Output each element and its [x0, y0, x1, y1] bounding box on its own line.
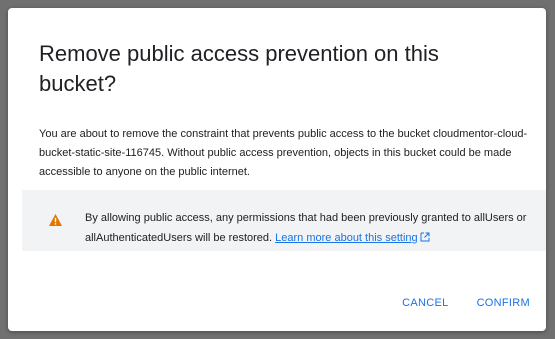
screen-backdrop: Remove public access prevention on this …	[0, 0, 555, 339]
learn-more-link[interactable]: Learn more about this setting	[275, 232, 430, 244]
open-in-new-icon	[420, 232, 430, 242]
warning-text: By allowing public access, any permissio…	[85, 208, 540, 248]
confirm-dialog: Remove public access prevention on this …	[8, 8, 546, 331]
dialog-actions: CANCEL CONFIRM	[402, 297, 530, 309]
warning-icon	[49, 214, 62, 226]
learn-more-label: Learn more about this setting	[275, 232, 418, 244]
dialog-title: Remove public access prevention on this …	[39, 41, 439, 96]
warning-box: By allowing public access, any permissio…	[22, 190, 546, 251]
dialog-body: You are about to remove the constraint t…	[39, 128, 528, 178]
cancel-button[interactable]: CANCEL	[402, 297, 448, 309]
confirm-button[interactable]: CONFIRM	[477, 297, 530, 309]
